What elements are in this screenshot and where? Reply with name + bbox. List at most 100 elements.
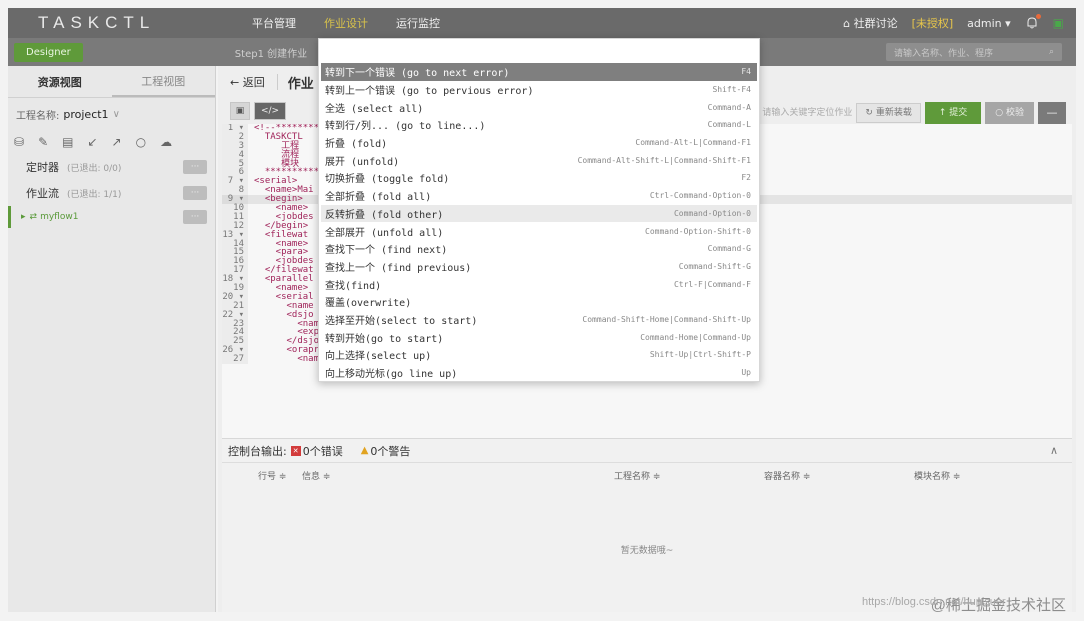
code-view-button[interactable]: </> [254,102,286,120]
command-item[interactable]: 覆盖(overwrite) [321,293,757,311]
col-module-name[interactable]: 模块名称 ≑ [914,469,960,482]
command-item[interactable]: 转到开始(go to start) Command-Home|Command-Up [321,328,757,346]
command-item[interactable]: 转到行/列... (go to line...) Command-L [321,116,757,134]
nav-platform-management[interactable]: 平台管理 [238,8,310,38]
command-item[interactable]: 切换折叠 (toggle fold) F2 [321,169,757,187]
col-line-no[interactable]: 行号 ≑ [258,469,286,482]
step-text: Step1 创建作业 [234,48,308,60]
import-icon[interactable]: ↙ [87,135,97,149]
command-label: 查找下一个 (find next) [325,245,448,257]
job-search-input[interactable]: 请输入关键字定位作业 [762,103,852,123]
command-label: 向上移动光标(go line up) [325,369,458,381]
command-item[interactable]: 转到下一个错误 (go to next error) F4 [321,63,757,81]
submit-label: 提交 [949,108,968,118]
database-icon[interactable]: ⛁ [14,135,24,149]
command-item[interactable]: 向上选择(select up) Shift-Up|Ctrl-Shift-P [321,346,757,364]
command-item[interactable]: 查找(find) Ctrl-F|Command-F [321,275,757,293]
command-shortcut: Command-A [707,102,751,112]
command-label: 反转折叠 (fold other) [325,209,444,221]
unauthorized-badge[interactable]: [未授权] [912,15,954,31]
command-shortcut: F2 [741,173,751,183]
command-item[interactable]: 查找上一个 (find previous) Command-Shift-G [321,258,757,276]
refresh-icon[interactable]: ○ [136,135,146,149]
command-item[interactable]: 全选 (select all) Command-A [321,98,757,116]
command-shortcut: Ctrl-Command-Option-0 [649,191,751,201]
command-label: 转到下一个错误 (go to next error) [325,68,510,80]
jobflow-hint: (已退出: 1/1) [67,189,122,200]
command-palette-input[interactable] [319,39,759,61]
jobflow-more-button[interactable]: ··· [183,186,207,200]
warning-icon: ▲ [360,445,369,456]
user-menu[interactable]: admin ▾ [967,17,1010,30]
col-container-name[interactable]: 容器名称 ≑ [764,469,810,482]
tab-project-view[interactable]: 工程视图 [111,66,215,97]
command-item[interactable]: 向上移动光标(go line up) Up [321,364,757,382]
console-empty-message: 暂无数据哦~ [620,546,674,556]
back-button[interactable]: ← 返回 [230,74,265,90]
command-item[interactable]: 全部折叠 (fold all) Ctrl-Command-Option-0 [321,187,757,205]
line-number: 27 [222,355,248,365]
sidebar-item-timer[interactable]: 定时器 (已退出: 0/0) ··· [8,154,215,180]
project-selector[interactable]: 工程名称: project1 ∨ [8,98,215,130]
home-icon: ⌂ [843,17,851,30]
command-label: 全部折叠 (fold all) [325,192,432,204]
calendar-icon[interactable]: ▤ [62,135,73,149]
search-placeholder: 请输入名称、作业、程序 [894,48,994,59]
col-info[interactable]: 信息 ≑ [302,469,330,482]
nav-job-design[interactable]: 作业设计 [310,8,382,38]
command-shortcut: Command-Option-0 [673,208,751,218]
collapse-button[interactable]: — [1038,102,1066,124]
nav-run-monitor[interactable]: 运行监控 [382,8,454,38]
tree-item-myflow1[interactable]: ▸ ⇄ myflow1 ··· [8,206,215,228]
export-icon[interactable]: ↗ [112,135,122,149]
console-label: 控制台输出: [228,444,287,458]
sidebar-toolbar: ⛁ ✎ ▤ ↙ ↗ ○ ☁ [8,130,215,154]
command-shortcut: Command-G [707,244,751,254]
screen-icon[interactable]: ▣ [1053,16,1064,30]
global-search-input[interactable]: 请输入名称、作业、程序 ⌕ [886,43,1062,61]
topbar-right: ⌂ 社群讨论 [未授权] admin ▾ ▣ [843,14,1064,31]
myflow1-more-button[interactable]: ··· [183,210,207,224]
command-label: 查找上一个 (find previous) [325,262,472,274]
timer-label: 定时器 [26,161,59,174]
jobflow-label: 作业流 [26,187,59,200]
validate-button[interactable]: ○ 校验 [985,102,1034,124]
timer-more-button[interactable]: ··· [183,160,207,174]
edit-icon[interactable]: ✎ [38,135,48,149]
command-shortcut: Shift-F4 [712,85,751,95]
command-item[interactable]: 反转折叠 (fold other) Command-Option-0 [321,204,757,223]
warning-count[interactable]: 0个警告 [370,443,410,459]
sidebar-item-jobflow[interactable]: 作业流 (已退出: 1/1) ··· [8,180,215,206]
command-label: 转到上一个错误 (go to pervious error) [325,86,534,98]
project-name: project1 [63,107,109,121]
designer-button[interactable]: Designer [14,42,83,62]
command-item[interactable]: 折叠 (fold) Command-Alt-L|Command-F1 [321,134,757,152]
main-nav: 平台管理 作业设计 运行监控 [238,8,454,38]
command-item[interactable]: 展开 (unfold) Command-Alt-Shift-L|Command-S… [321,151,757,169]
top-navigation-bar: TASKCTL 平台管理 作业设计 运行监控 ⌂ 社群讨论 [未授权] admi… [8,8,1076,38]
cloud-upload-icon[interactable]: ☁ [160,135,172,149]
error-icon: ✕ [290,445,301,456]
command-label: 展开 (unfold) [325,156,400,168]
check-circle-icon: ○ [995,108,1006,118]
command-item[interactable]: 选择至开始(select to start) Command-Shift-Home… [321,311,757,329]
command-shortcut: Command-Home|Command-Up [640,332,751,342]
error-count[interactable]: 0个错误 [303,443,343,459]
line-number: 7 ▾ [222,177,248,187]
submit-button[interactable]: ↑ 提交 [924,102,982,124]
command-label: 切换折叠 (toggle fold) [325,174,450,186]
reload-button[interactable]: ↻ 重新装载 [856,103,921,123]
command-item[interactable]: 转到上一个错误 (go to pervious error) Shift-F4 [321,81,757,99]
app-logo: TASKCTL [38,13,156,32]
caret-right-icon: ▸ [21,212,26,222]
bell-icon[interactable] [1025,14,1041,30]
community-link[interactable]: ⌂ 社群讨论 [843,15,897,31]
command-label: 折叠 (fold) [325,139,388,151]
chevron-up-icon[interactable]: ∧ [1050,444,1058,457]
save-icon[interactable]: ▣ [230,102,250,120]
col-project-name[interactable]: 工程名称 ≑ [614,469,660,482]
tab-resource-view[interactable]: 资源视图 [8,66,112,97]
command-item[interactable]: 查找下一个 (find next) Command-G [321,240,757,258]
command-item[interactable]: 全部展开 (unfold all) Command-Option-Shift-0 [321,222,757,240]
command-shortcut: Command-Option-Shift-0 [645,226,751,236]
